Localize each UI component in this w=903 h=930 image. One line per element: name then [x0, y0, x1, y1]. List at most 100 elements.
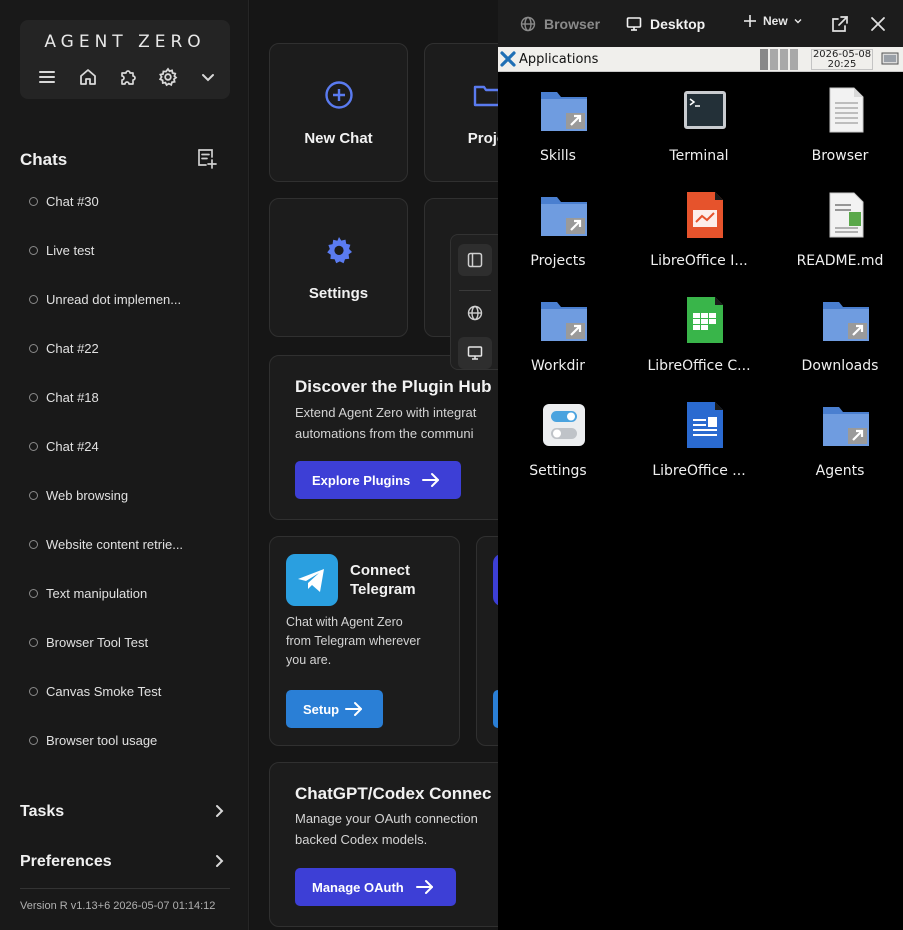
close-icon[interactable]	[868, 14, 888, 34]
telegram-icon	[286, 554, 338, 606]
chat-title: Browser tool usage	[46, 733, 158, 748]
arrow-right-icon	[415, 880, 433, 894]
desktop-icon[interactable]: LibreOffice ...	[649, 393, 749, 493]
telegram-setup-button[interactable]: Setup	[286, 690, 383, 728]
folder-link-icon	[539, 190, 589, 240]
settings-toggle-icon	[539, 400, 589, 450]
new-chat-label: New Chat	[304, 130, 373, 147]
chat-list-item[interactable]: Chat #18	[0, 373, 248, 422]
settings-card[interactable]: Settings	[269, 198, 408, 337]
chat-title: Website content retrie...	[46, 537, 184, 552]
chat-list-item[interactable]: Text manipulation	[0, 569, 248, 618]
applications-menu[interactable]: Applications	[500, 51, 598, 67]
new-chat-icon[interactable]	[196, 147, 218, 169]
chat-title: Browser Tool Test	[46, 635, 149, 650]
writer-icon	[680, 400, 730, 450]
text-file-icon	[821, 190, 871, 240]
new-dropdown[interactable]: New	[743, 14, 803, 28]
home-icon[interactable]	[75, 64, 101, 90]
puzzle-icon[interactable]	[115, 64, 141, 90]
desktop-icon-label: Browser	[811, 148, 869, 164]
chat-status-dot	[29, 295, 38, 304]
desktop-icon-label: Downloads	[801, 358, 879, 374]
manage-oauth-button[interactable]: Manage OAuth	[295, 868, 456, 906]
chat-title: Live test	[46, 243, 95, 258]
calc-icon	[680, 295, 730, 345]
workspace-switcher[interactable]	[760, 49, 798, 70]
chat-list-item[interactable]: Browser Tool Test	[0, 618, 248, 667]
desktop-icon[interactable]: Skills	[508, 78, 608, 178]
codex-title: ChatGPT/Codex Connec	[295, 784, 492, 803]
chat-list-item[interactable]: Chat #30	[0, 177, 248, 226]
desktop-icon-label: README.md	[796, 253, 884, 269]
plus-icon	[744, 15, 756, 27]
folder-icon	[473, 85, 498, 107]
chat-list-item[interactable]: Chat #22	[0, 324, 248, 373]
desktop-icon[interactable]: Projects	[508, 183, 608, 283]
open-external-icon[interactable]	[830, 14, 850, 34]
chat-list-item[interactable]: Live test	[0, 226, 248, 275]
chat-list-item[interactable]: Web browsing	[0, 471, 248, 520]
desktop-icon[interactable]: LibreOffice C...	[647, 288, 751, 388]
chat-list-item[interactable]: Canvas Smoke Test	[0, 667, 248, 716]
main-content: New Chat Proje Settings Discover the Plu…	[250, 0, 498, 930]
sidebar-toggle-button[interactable]	[458, 244, 492, 276]
preferences-label: Preferences	[20, 853, 112, 870]
xfce-logo-icon	[500, 51, 516, 67]
tab-browser[interactable]: Browser	[520, 13, 600, 35]
terminal-icon	[680, 85, 730, 135]
chat-title: Chat #24	[46, 439, 99, 454]
show-desktop-icon[interactable]	[881, 52, 899, 66]
impress-icon	[680, 190, 730, 240]
desktop-icon[interactable]: Downloads	[790, 288, 890, 388]
gear-icon[interactable]	[155, 64, 181, 90]
chevron-right-icon	[216, 855, 224, 867]
telegram-text-line: you are.	[286, 653, 332, 667]
explore-plugins-button[interactable]: Explore Plugins	[295, 461, 461, 499]
tasks-section[interactable]: Tasks	[20, 800, 230, 824]
preferences-section[interactable]: Preferences	[20, 850, 230, 874]
divider	[459, 290, 491, 291]
chevron-down-icon	[794, 19, 802, 24]
globe-icon	[520, 16, 536, 32]
desktop-panel: Browser Desktop New Applications 2026-05…	[498, 0, 903, 930]
chat-list-item[interactable]: Browser tool usage	[0, 716, 248, 765]
tasks-label: Tasks	[20, 803, 65, 820]
tab-desktop[interactable]: Desktop	[626, 13, 705, 35]
chat-title: Text manipulation	[46, 586, 148, 601]
desktop-icon[interactable]: Agents	[790, 393, 890, 493]
plugin-hub-text-1: Extend Agent Zero with integrat	[295, 405, 477, 420]
arrow-right-icon	[422, 473, 440, 487]
chat-list-item[interactable]: Unread dot implemen...	[0, 275, 248, 324]
desktop-toggle-button[interactable]	[458, 337, 492, 369]
projects-card[interactable]: Proje	[424, 43, 498, 182]
telegram-title-line: Connect	[350, 562, 410, 579]
telegram-text: Chat with Agent Zero from Telegram where…	[286, 613, 421, 670]
chat-list-item[interactable]: Chat #24	[0, 422, 248, 471]
telegram-text-line: from Telegram wherever	[286, 634, 421, 648]
clock[interactable]: 2026-05-08 20:25	[811, 49, 873, 70]
menu-icon[interactable]	[34, 64, 60, 90]
desktop-icon[interactable]: README.md	[790, 183, 890, 283]
chat-list-item[interactable]: Website content retrie...	[0, 520, 248, 569]
folder-link-icon	[821, 295, 871, 345]
codex-text-1: Manage your OAuth connection	[295, 811, 478, 826]
explore-plugins-label: Explore Plugins	[312, 472, 411, 488]
chat-status-dot	[29, 491, 38, 500]
folder-link-icon	[539, 295, 589, 345]
folder-link-icon	[821, 400, 871, 450]
desktop-icon[interactable]: Terminal	[649, 78, 749, 178]
folder-link-icon	[539, 85, 589, 135]
new-chat-card[interactable]: New Chat	[269, 43, 408, 182]
card-partial-2	[476, 536, 498, 746]
desktop-icon[interactable]: Browser	[790, 78, 890, 178]
desktop-icon[interactable]: Settings	[508, 393, 608, 493]
browser-toggle-button[interactable]	[458, 297, 492, 329]
globe-icon	[467, 305, 483, 321]
chat-status-dot	[29, 246, 38, 255]
chat-status-dot	[29, 589, 38, 598]
chevron-down-icon[interactable]	[195, 64, 221, 90]
desktop-icon[interactable]: Workdir	[508, 288, 608, 388]
desktop-icon[interactable]: LibreOffice I...	[649, 183, 749, 283]
desktop-icon-label: Terminal	[669, 148, 729, 164]
